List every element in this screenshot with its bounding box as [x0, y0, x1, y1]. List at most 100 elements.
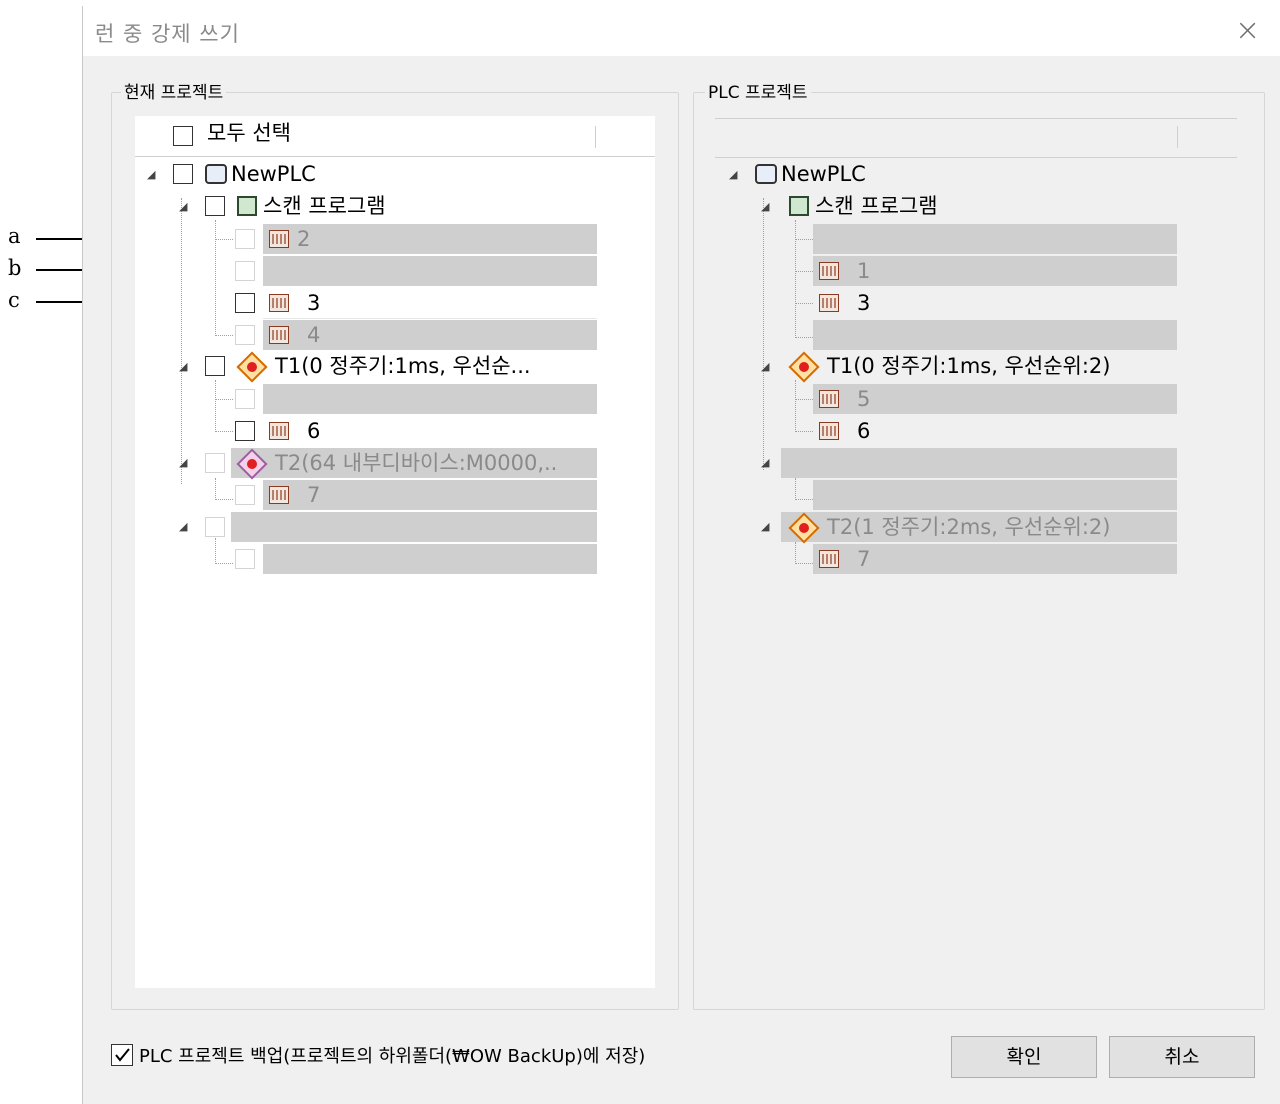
- item-row-highlight: [263, 224, 597, 254]
- tree-line: [215, 399, 233, 400]
- item-label: 3: [857, 291, 871, 315]
- tree-line: [215, 431, 233, 432]
- program-icon: [819, 262, 839, 280]
- plc-project-legend: PLC 프로젝트: [705, 78, 811, 103]
- tree-line: [795, 271, 813, 272]
- expand-icon[interactable]: ◢: [179, 200, 187, 213]
- scan-program-icon: [789, 196, 809, 216]
- annotation-label-b: b: [8, 256, 22, 280]
- column-divider: [595, 126, 596, 148]
- task1-label: T1(0 정주기:1ms, 우선순...: [275, 354, 531, 378]
- item-label: 6: [307, 419, 321, 443]
- select-all-label: 모두 선택: [207, 121, 291, 145]
- annotation-label-a: a: [8, 224, 21, 248]
- program-icon: [269, 294, 289, 312]
- item-row-highlight: [813, 480, 1177, 510]
- item-row-highlight: [263, 256, 597, 286]
- scan-program-label: 스캔 프로그램: [263, 194, 386, 218]
- item-label: 4: [307, 323, 321, 347]
- expand-icon[interactable]: ◢: [761, 360, 769, 373]
- program-icon: [269, 230, 289, 248]
- expand-icon[interactable]: ◢: [761, 520, 769, 533]
- item-label: 1: [857, 259, 871, 283]
- item-row-highlight: [263, 384, 597, 414]
- plc-label: NewPLC: [231, 162, 316, 186]
- backup-label: PLC 프로젝트 백업(프로젝트의 하위폴더(₩OW BackUp)에 저장): [139, 1046, 646, 1067]
- item-checkbox[interactable]: [235, 325, 255, 345]
- task1-label: T1(0 정주기:1ms, 우선순위:2): [827, 354, 1111, 378]
- program-icon: [819, 550, 839, 568]
- current-project-tree[interactable]: 모두 선택 ◢ NewPLC ◢ 스캔 프로그램 2 3 4 ◢ T1(0 정주…: [135, 116, 655, 988]
- program-icon: [819, 390, 839, 408]
- tree-line: [215, 335, 233, 336]
- item-row-highlight: [813, 320, 1177, 350]
- expand-icon[interactable]: ◢: [729, 168, 737, 181]
- current-project-legend: 현재 프로젝트: [121, 78, 227, 103]
- expand-icon[interactable]: ◢: [179, 456, 187, 469]
- item-checkbox[interactable]: [235, 389, 255, 409]
- expand-icon[interactable]: ◢: [179, 520, 187, 533]
- task1-checkbox[interactable]: [205, 356, 225, 376]
- program-icon: [269, 326, 289, 344]
- item-label: 3: [307, 291, 321, 315]
- tree-line: [795, 499, 813, 500]
- item-checkbox[interactable]: [235, 261, 255, 281]
- task2-label: T2(64 내부디바이스:M0000,..: [275, 451, 558, 475]
- column-header: [715, 118, 1237, 158]
- plc-checkbox[interactable]: [173, 164, 193, 184]
- scan-program-icon: [237, 196, 257, 216]
- select-all-checkbox[interactable]: [173, 126, 193, 146]
- plc-project-tree[interactable]: ◢ NewPLC ◢ 스캔 프로그램 1 3 ◢ T1(0 정주기:1ms, 우…: [715, 116, 1237, 988]
- backup-checkbox[interactable]: [111, 1044, 133, 1066]
- tree-line: [795, 303, 813, 304]
- tree-line: [795, 431, 813, 432]
- item-checkbox[interactable]: [235, 421, 255, 441]
- column-divider: [1177, 126, 1178, 148]
- task-row-highlight: [231, 512, 597, 542]
- program-icon: [819, 294, 839, 312]
- program-icon: [269, 486, 289, 504]
- expand-icon[interactable]: ◢: [179, 360, 187, 373]
- tree-line: [795, 399, 813, 400]
- item-label: 6: [857, 419, 871, 443]
- check-icon: [115, 1048, 130, 1062]
- scan-program-label: 스캔 프로그램: [815, 194, 938, 218]
- cancel-button[interactable]: 취소: [1109, 1036, 1255, 1078]
- task-icon: [236, 351, 268, 383]
- tree-line: [795, 563, 813, 564]
- tree-line: [795, 239, 813, 240]
- item-checkbox[interactable]: [235, 549, 255, 569]
- ok-button[interactable]: 확인: [951, 1036, 1097, 1078]
- item-label: 7: [857, 547, 871, 571]
- task-checkbox[interactable]: [205, 517, 225, 537]
- task2-label: T2(1 정주기:2ms, 우선순위:2): [827, 515, 1111, 539]
- tree-line: [215, 563, 233, 564]
- item-checkbox[interactable]: [235, 293, 255, 313]
- expand-icon[interactable]: ◢: [761, 200, 769, 213]
- expand-icon[interactable]: ◢: [761, 456, 769, 469]
- tree-line: [215, 380, 216, 432]
- tree-line: [181, 198, 182, 484]
- scan-program-checkbox[interactable]: [205, 196, 225, 216]
- task-row-highlight: [781, 448, 1177, 478]
- dialog-title: 런 중 강제 쓰기: [95, 22, 240, 46]
- tree-line: [795, 337, 813, 338]
- tree-line: [215, 538, 216, 564]
- item-checkbox[interactable]: [235, 229, 255, 249]
- item-checkbox[interactable]: [235, 485, 255, 505]
- program-icon: [269, 422, 289, 440]
- tree-line: [215, 220, 216, 336]
- item-label: 5: [857, 387, 871, 411]
- close-icon[interactable]: ×: [1235, 16, 1260, 46]
- plc-label: NewPLC: [781, 162, 866, 186]
- annotation-label-c: c: [8, 288, 20, 312]
- force-write-dialog: 런 중 강제 쓰기 × 현재 프로젝트 모두 선택 ◢ NewPLC ◢ 스캔 …: [82, 6, 1280, 1104]
- tree-line: [215, 478, 216, 500]
- plc-icon: [755, 164, 777, 184]
- task2-checkbox[interactable]: [205, 453, 225, 473]
- tree-line: [763, 198, 764, 470]
- task-icon: [788, 351, 820, 383]
- item-row-highlight: [263, 544, 597, 574]
- expand-icon[interactable]: ◢: [147, 168, 155, 181]
- tree-line: [215, 239, 233, 240]
